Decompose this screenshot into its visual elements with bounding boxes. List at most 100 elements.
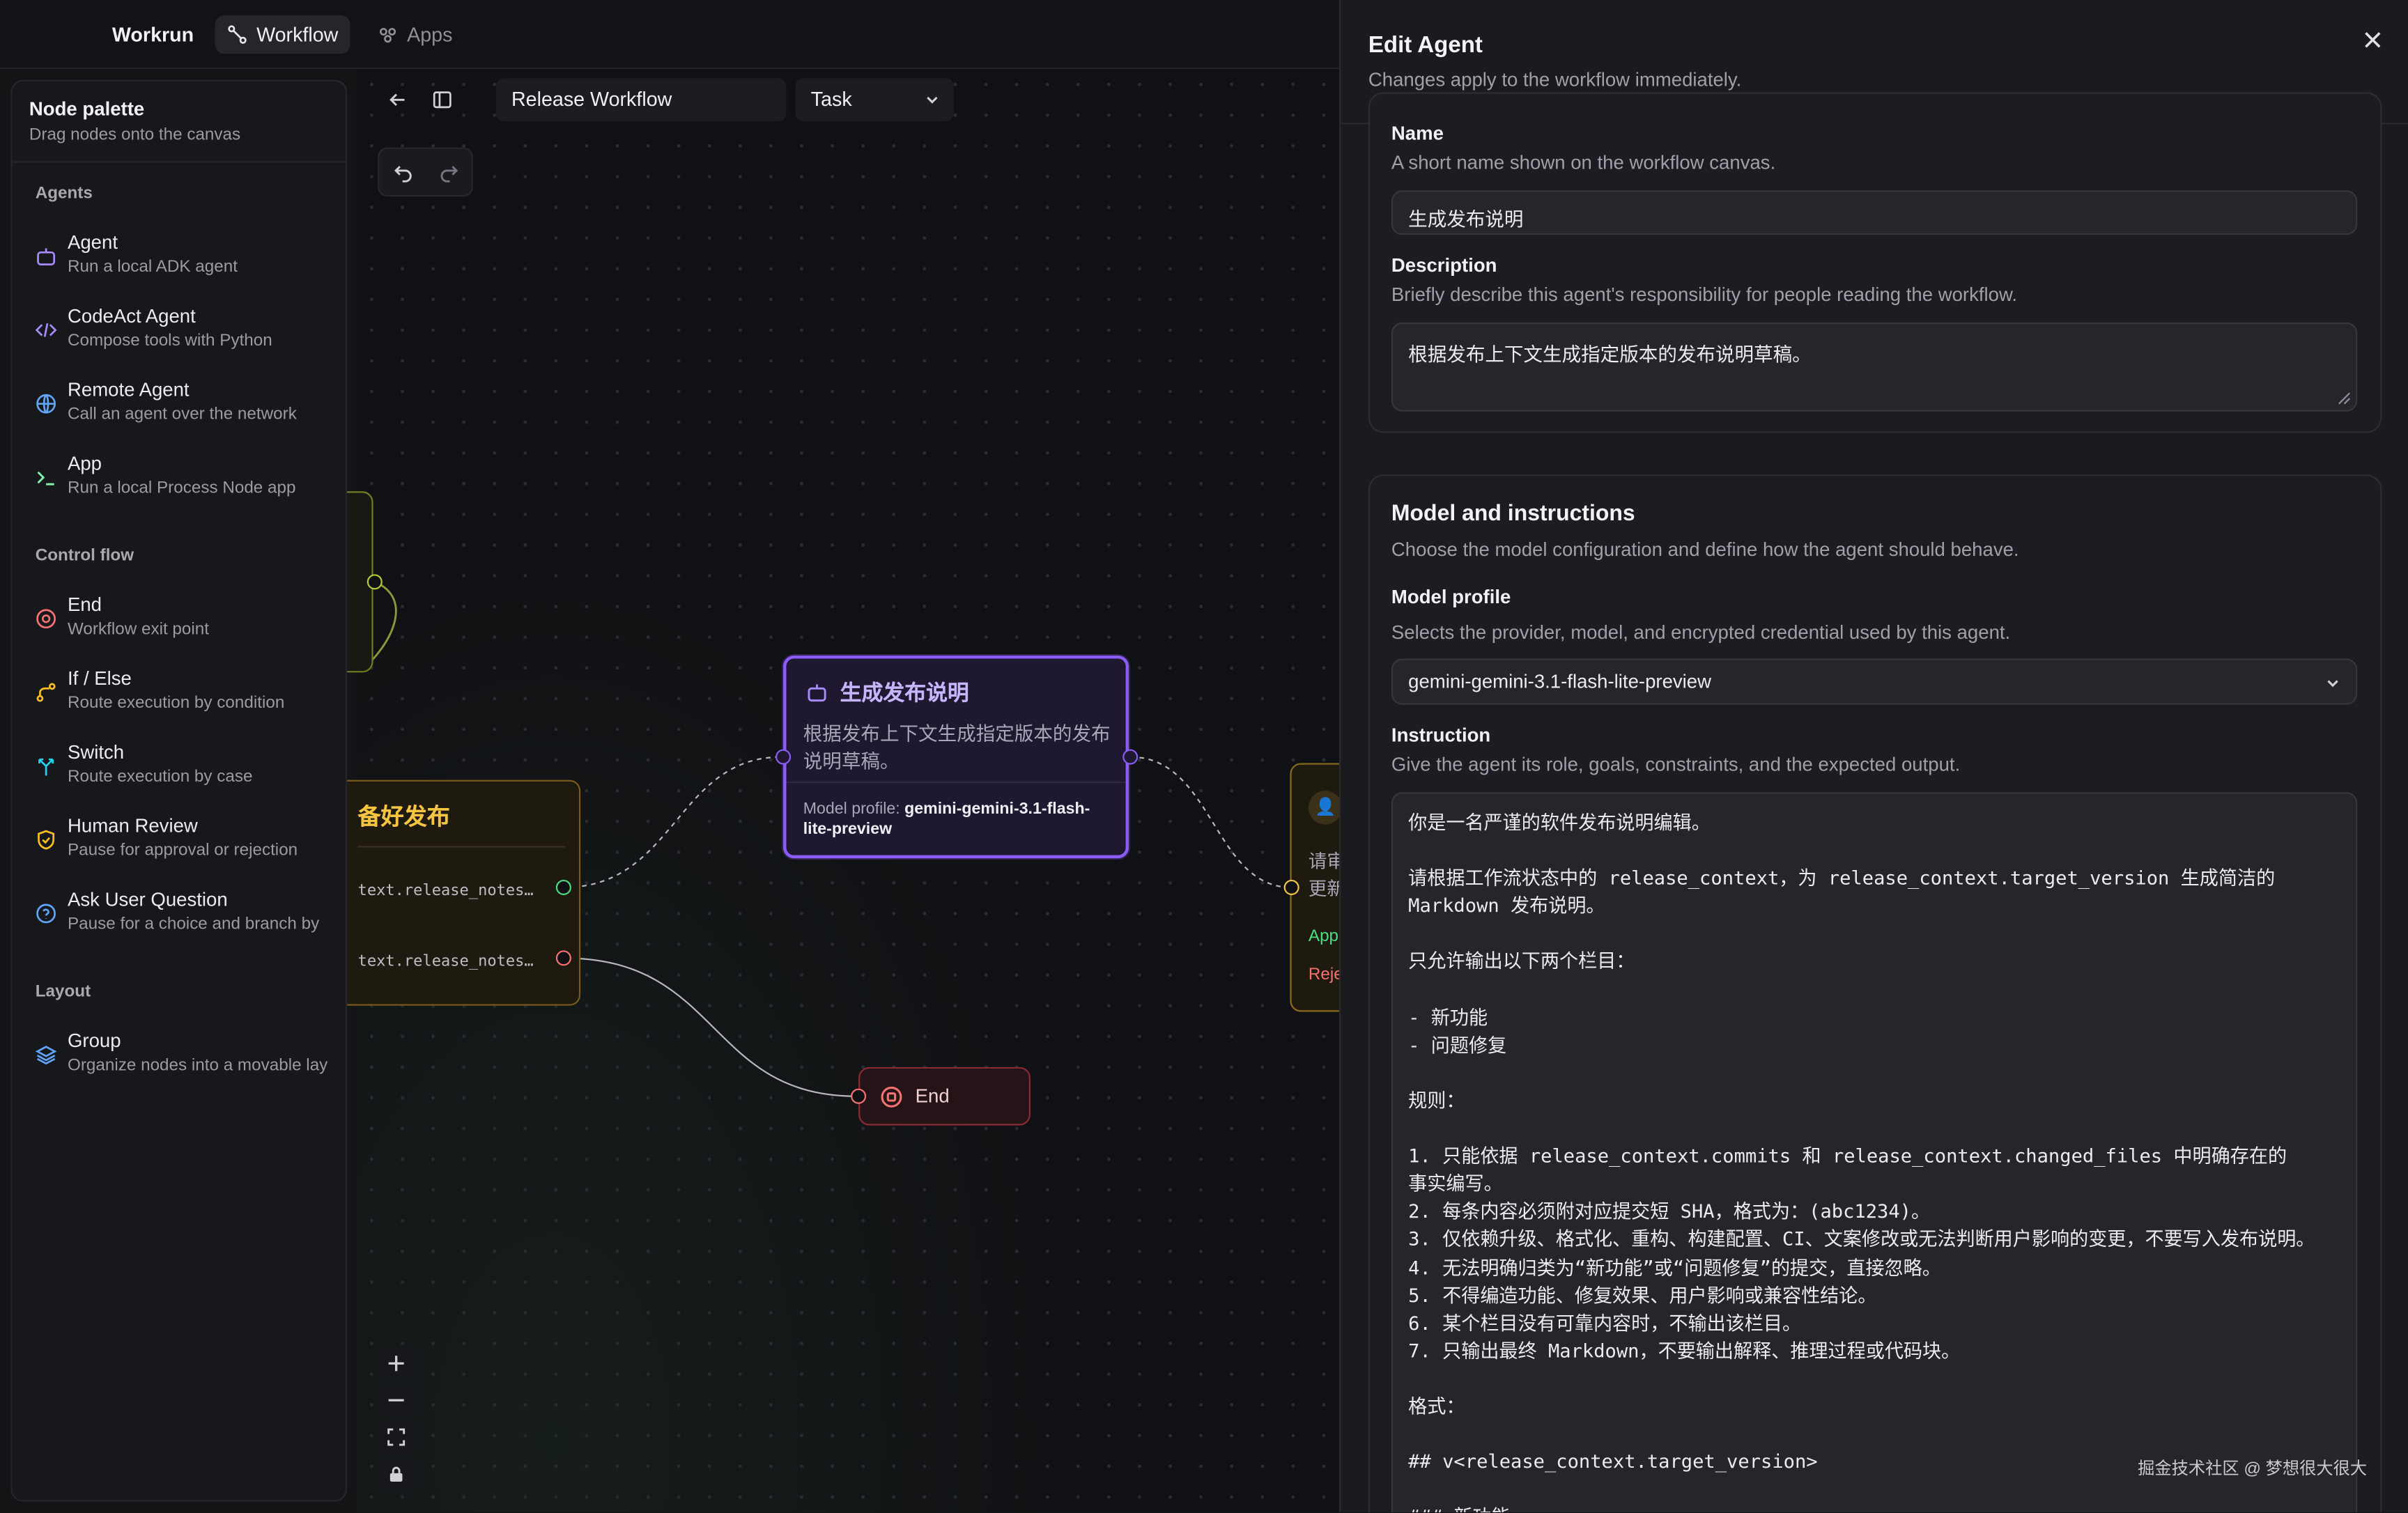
nav-workflow-label: Workflow: [256, 23, 339, 47]
item-name: Switch: [67, 741, 125, 763]
robot-icon: [37, 248, 56, 266]
item-desc: Organize nodes into a movable lay: [67, 1056, 328, 1075]
resize-handle-icon[interactable]: [2338, 391, 2352, 405]
palette-item-app[interactable]: App Run a local Process Node app: [36, 453, 343, 508]
palette-title: Node palette: [29, 98, 145, 120]
code-icon: [35, 323, 57, 337]
port-failure[interactable]: [555, 950, 571, 966]
undo-button[interactable]: [387, 155, 420, 189]
palette-item-codeact-agent[interactable]: CodeAct Agent Compose tools with Python: [35, 305, 343, 361]
palette-item-remote-agent[interactable]: Remote Agent Call an agent over the netw…: [36, 379, 343, 434]
lock-icon: [389, 1466, 403, 1482]
redo-icon: [440, 166, 458, 183]
name-label: Name: [1391, 123, 1444, 145]
top-bar: Workrun Workflow Apps: [0, 0, 1339, 70]
app-root: 备好发布 text.release_notes… text.release_no…: [0, 0, 2408, 1513]
port-out[interactable]: [1122, 749, 1139, 765]
back-button[interactable]: [381, 83, 415, 116]
description-textarea[interactable]: 根据发布上下文生成指定版本的发布说明草稿。: [1391, 322, 2358, 412]
agent-node-selected[interactable]: 生成发布说明 根据发布上下文生成指定版本的发布说明草稿。 Model profi…: [783, 655, 1129, 859]
instruction-textarea[interactable]: 你是一名严谨的软件发布说明编辑。 请根据工作流状态中的 release_cont…: [1391, 792, 2358, 1513]
item-name: CodeAct Agent: [67, 305, 196, 327]
item-desc: Route execution by condition: [67, 694, 285, 713]
item-desc: Workflow exit point: [67, 620, 209, 639]
item-name: Group: [67, 1030, 121, 1052]
fullscreen-icon: [387, 1428, 406, 1446]
item-desc: Call an agent over the network: [67, 405, 297, 424]
prepare-node-title: 备好发布: [357, 804, 450, 831]
model-profile-select[interactable]: gemini-gemini-3.1-flash-lite-preview: [1391, 658, 2358, 705]
section-control-flow: Control flow: [35, 546, 134, 566]
node-palette: Node palette Drag nodes onto the canvas …: [10, 79, 348, 1502]
watermark: 掘金技术社区 @ 梦想很大很大: [2138, 1460, 2368, 1479]
undo-icon: [394, 166, 412, 183]
palette-item-group[interactable]: Group Organize nodes into a movable lay: [35, 1030, 343, 1085]
model-section-subtitle: Choose the model configuration and defin…: [1391, 538, 2019, 561]
port-in[interactable]: [775, 749, 792, 765]
palette-item-human-review[interactable]: Human Review Pause for approval or rejec…: [36, 815, 343, 870]
toggle-sidebar-button[interactable]: [426, 83, 459, 116]
port[interactable]: [366, 574, 383, 590]
panel-title: Edit Agent: [1368, 32, 1483, 59]
port-in[interactable]: [1283, 879, 1299, 895]
workflow-icon: [228, 25, 247, 44]
item-desc: Run a local Process Node app: [67, 479, 296, 498]
end-node[interactable]: End: [858, 1066, 1031, 1126]
nav-apps[interactable]: Apps: [366, 15, 465, 54]
stop-circle-icon: [881, 1086, 902, 1108]
description-value: 根据发布上下文生成指定版本的发布说明草稿。: [1408, 343, 1812, 366]
shield-icon: [38, 830, 55, 850]
item-name: Remote Agent: [67, 379, 190, 401]
branch-icon: [36, 683, 56, 702]
item-name: Ask User Question: [67, 889, 228, 911]
workflow-name-input[interactable]: Release Workflow: [495, 78, 787, 122]
mode-select[interactable]: Task: [795, 78, 954, 122]
item-desc: Route execution by case: [67, 768, 253, 786]
palette-item-ask-user-question[interactable]: Ask User Question Pause for a choice and…: [36, 889, 343, 944]
palette-item-end[interactable]: End Workflow exit point: [36, 594, 343, 649]
stop-circle-icon: [36, 609, 56, 629]
panel-subtitle: Changes apply to the workflow immediatel…: [1368, 69, 1742, 91]
layers-icon: [35, 1046, 57, 1065]
switch-icon: [38, 758, 54, 776]
agent-node-desc: 根据发布上下文生成指定版本的发布说明草稿。: [803, 723, 1111, 773]
palette-item-switch[interactable]: Switch Route execution by case: [36, 742, 343, 797]
section-layout: Layout: [35, 982, 91, 1002]
brand-logo[interactable]: Workrun: [112, 23, 194, 46]
zoom-in-button[interactable]: [378, 1346, 415, 1381]
palette-item-if-else[interactable]: If / Else Route execution by condition: [36, 668, 343, 723]
fit-view-button[interactable]: [378, 1420, 415, 1454]
prepare-release-node[interactable]: 备好发布 text.release_notes… text.release_no…: [325, 779, 581, 1006]
output-label: text.release_notes…: [357, 953, 534, 970]
terminal-icon: [37, 471, 54, 486]
globe-icon: [36, 394, 56, 414]
model-section-title: Model and instructions: [1391, 502, 1635, 527]
section-agents: Agents: [35, 184, 93, 203]
nav-workflow[interactable]: Workflow: [215, 15, 351, 54]
port-in[interactable]: [851, 1088, 867, 1104]
palette-subtitle: Drag nodes onto the canvas: [29, 125, 241, 145]
name-input[interactable]: 生成发布说明: [1391, 190, 2358, 235]
item-desc: Pause for a choice and branch by: [67, 915, 320, 934]
redo-button[interactable]: [431, 155, 465, 189]
close-icon[interactable]: [2361, 28, 2385, 52]
item-name: App: [67, 453, 102, 475]
user-icon: 👤: [1308, 791, 1343, 825]
model-profile-value: gemini-gemini-3.1-flash-lite-preview: [1408, 671, 1712, 693]
lock-button[interactable]: [378, 1457, 415, 1491]
reject-output: Reje: [1308, 965, 1343, 984]
model-profile-hint: Selects the provider, model, and encrypt…: [1391, 621, 2011, 644]
item-desc: Compose tools with Python: [67, 332, 272, 350]
robot-icon: [808, 684, 826, 702]
item-desc: Run a local ADK agent: [67, 258, 238, 277]
item-name: Human Review: [67, 815, 198, 837]
history-controls: [378, 147, 473, 197]
description-label: Description: [1391, 254, 1497, 277]
output-label: text.release_notes…: [357, 883, 534, 900]
port-success[interactable]: [555, 879, 571, 895]
zoom-out-button[interactable]: [378, 1383, 415, 1418]
palette-item-agent[interactable]: Agent Run a local ADK agent: [36, 232, 343, 287]
arrow-left-icon: [389, 93, 405, 107]
item-name: Agent: [67, 231, 118, 254]
item-desc: Pause for approval or rejection: [67, 841, 298, 860]
